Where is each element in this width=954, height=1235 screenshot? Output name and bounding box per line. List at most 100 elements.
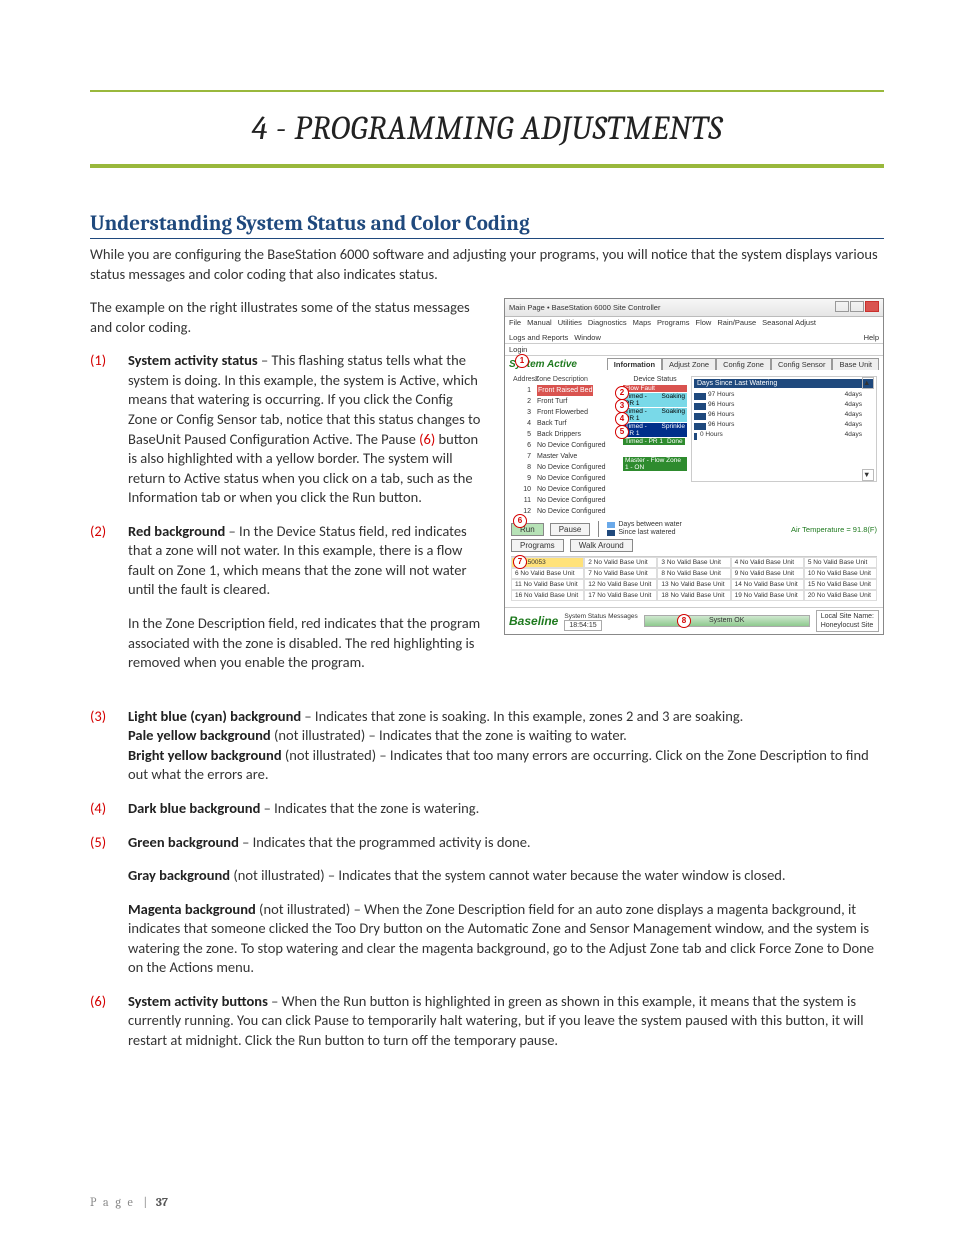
section-title: Understanding System Status and Color Co… <box>90 212 884 239</box>
status-chip: Soaking <box>660 408 688 422</box>
zone-desc[interactable]: No Device Configured <box>537 473 605 484</box>
status-row: System Active Information Adjust Zone Co… <box>505 356 883 372</box>
item-lead: Pale yellow background <box>128 726 271 744</box>
status-bar: System OK <box>644 615 810 627</box>
graph-label: 4days <box>845 411 862 418</box>
graph-label: 96 Hours <box>708 421 734 428</box>
item-lead: Light blue (cyan) background <box>128 707 301 725</box>
status-chip: Flow Fault <box>623 385 687 392</box>
col-header: Device Status <box>623 376 687 385</box>
graph-header: Days Since Last Watering <box>694 379 874 388</box>
top-divider <box>90 90 884 92</box>
unit-cell[interactable]: 10 No Valid Base Unit <box>804 568 877 579</box>
menu-item[interactable]: Logs and Reports <box>509 333 568 342</box>
air-temp: Air Temperature = 91.8(F) <box>791 525 877 534</box>
site-value: Honeylocust Site <box>821 621 874 630</box>
status-chip: Soaking <box>660 393 688 407</box>
programs-button[interactable]: Programs <box>511 539 564 552</box>
menu-item[interactable]: Diagnostics <box>588 318 627 327</box>
status-chip: Master - Flow Zone 1 - ON <box>623 457 687 471</box>
menu-item[interactable]: Programs <box>657 318 690 327</box>
legend-label: Since last watered <box>618 529 675 537</box>
unit-cell[interactable]: 2 No Valid Base Unit <box>584 557 657 568</box>
zone-desc[interactable]: Front Turf <box>537 396 567 407</box>
item-body: System activity buttons – When the Run b… <box>128 992 884 1051</box>
graph-label: 4days <box>845 401 862 408</box>
unit-cell[interactable]: 15 No Valid Base Unit <box>804 579 877 590</box>
page-footer: P a g e | 37 <box>90 1195 168 1209</box>
menu-item[interactable]: Seasonal Adjust <box>762 318 816 327</box>
menu-item[interactable]: Manual <box>527 318 552 327</box>
list-left: (1) System activity status – This flashi… <box>90 351 484 672</box>
zone-list: AddressZone Description 1Front Raised Be… <box>511 376 619 517</box>
unit-cell[interactable]: 13 No Valid Base Unit <box>657 579 730 590</box>
unit-cell[interactable]: 16 No Valid Base Unit <box>511 590 584 601</box>
time-display: 18:54:15 <box>564 620 601 631</box>
unit-cell[interactable]: 12 No Valid Base Unit <box>584 579 657 590</box>
zone-desc[interactable]: Back Turf <box>537 418 567 429</box>
item-lead: System activity buttons <box>128 992 268 1010</box>
tab-adjust-zone[interactable]: Adjust Zone <box>662 358 716 370</box>
login-link[interactable]: Login <box>505 344 883 356</box>
item-number: (2) <box>90 522 114 673</box>
item-lead: Red background <box>128 522 225 540</box>
legend-label: Days between water <box>618 521 681 529</box>
unit-cell[interactable]: 7 No Valid Base Unit <box>584 568 657 579</box>
unit-cell[interactable]: 4 No Valid Base Unit <box>731 557 804 568</box>
shot-menubar[interactable]: File Manual Utilities Diagnostics Maps P… <box>505 317 883 344</box>
zone-desc[interactable]: No Device Configured <box>537 495 605 506</box>
unit-cell[interactable]: 5 No Valid Base Unit <box>804 557 877 568</box>
zone-desc[interactable]: No Device Configured <box>537 506 605 517</box>
col-header: Zone Description <box>535 376 588 383</box>
unit-cell[interactable]: 9 No Valid Base Unit <box>731 568 804 579</box>
unit-cell[interactable]: 8 No Valid Base Unit <box>657 568 730 579</box>
unit-cell[interactable]: 3 No Valid Base Unit <box>657 557 730 568</box>
device-status-col: Device Status Flow Fault Timed - PR 1Soa… <box>623 376 687 517</box>
item-lead: Gray background <box>128 866 230 884</box>
chapter-divider <box>90 164 884 168</box>
item-text: – Indicates that zone is soaking. In thi… <box>301 707 743 725</box>
tab-information[interactable]: Information <box>607 358 662 370</box>
unit-cell[interactable]: 18 No Valid Base Unit <box>657 590 730 601</box>
unit-cell[interactable]: 19 No Valid Base Unit <box>731 590 804 601</box>
screenshot: Main Page • BaseStation 6000 Site Contro… <box>504 298 884 635</box>
tab-config-sensor[interactable]: Config Sensor <box>771 358 833 370</box>
item-number: (5) <box>90 833 114 978</box>
footer-sep: | <box>143 1195 147 1209</box>
menu-item[interactable]: Maps <box>633 318 651 327</box>
unit-cell[interactable]: 20 No Valid Base Unit <box>804 590 877 601</box>
scroll-up[interactable]: ▲ <box>862 377 874 389</box>
control-row: Run Pause Days between water Since last … <box>511 521 877 537</box>
shot-titlebar: Main Page • BaseStation 6000 Site Contro… <box>505 299 883 317</box>
menu-item[interactable]: Utilities <box>558 318 582 327</box>
item-body: System activity status – This flashing s… <box>128 351 484 508</box>
zone-desc[interactable]: Back Drippers <box>537 429 581 440</box>
chapter-title: 4 - PROGRAMMING ADJUSTMENTS <box>90 110 884 148</box>
window-buttons[interactable] <box>834 301 879 314</box>
item-number: (1) <box>90 351 114 508</box>
pause-button[interactable]: Pause <box>550 523 591 536</box>
walk-around-button[interactable]: Walk Around <box>570 539 633 552</box>
zone-desc[interactable]: No Device Configured <box>537 440 605 451</box>
zone-desc[interactable]: Master Valve <box>537 451 577 462</box>
item-text: (not illustrated) – Indicates that the z… <box>271 726 627 744</box>
scroll-down[interactable]: ▼ <box>862 469 874 481</box>
item-lead: Green background <box>128 833 239 851</box>
tab-base-unit[interactable]: Base Unit <box>832 358 879 370</box>
zone-desc[interactable]: No Device Configured <box>537 462 605 473</box>
menu-item[interactable]: Rain/Pause <box>717 318 756 327</box>
menu-item[interactable]: Help <box>864 333 879 342</box>
unit-cell[interactable]: 17 No Valid Base Unit <box>584 590 657 601</box>
unit-cell[interactable]: 6 No Valid Base Unit <box>511 568 584 579</box>
item-body: Light blue (cyan) background – Indicates… <box>128 707 884 785</box>
unit-cell[interactable]: 11 No Valid Base Unit <box>511 579 584 590</box>
menu-item[interactable]: Flow <box>696 318 712 327</box>
zone-desc[interactable]: Front Flowerbed <box>537 407 588 418</box>
menu-item[interactable]: File <box>509 318 521 327</box>
unit-grid: 1:0150053 2 No Valid Base Unit 3 No Vali… <box>511 556 877 601</box>
tab-config-zone[interactable]: Config Zone <box>716 358 771 370</box>
unit-cell[interactable]: 14 No Valid Base Unit <box>731 579 804 590</box>
zone-desc[interactable]: No Device Configured <box>537 484 605 495</box>
menu-item[interactable]: Window <box>574 333 601 342</box>
zone-desc[interactable]: Front Raised Bed <box>537 385 593 396</box>
